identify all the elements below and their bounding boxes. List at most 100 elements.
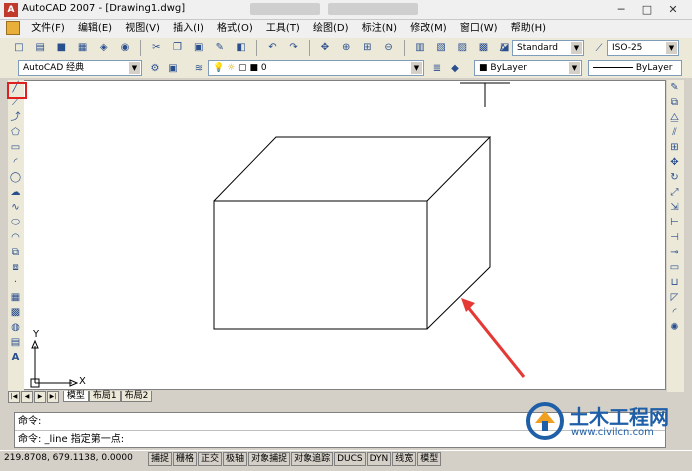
- menu-tools[interactable]: 工具(T): [261, 20, 305, 38]
- match-properties-icon[interactable]: ✎: [212, 40, 228, 56]
- color-select[interactable]: ■ ByLayer ▼: [474, 60, 582, 76]
- zoom-realtime-icon[interactable]: ⊕: [338, 40, 354, 56]
- trim-icon[interactable]: ⊢: [667, 216, 682, 230]
- block-editor-icon[interactable]: ◧: [233, 40, 249, 56]
- document-icon[interactable]: [6, 21, 20, 35]
- fillet-icon[interactable]: ◜: [667, 306, 682, 320]
- break-icon[interactable]: ▭: [667, 261, 682, 275]
- menu-file[interactable]: 文件(F): [26, 20, 70, 38]
- snap-toggle[interactable]: 捕捉: [148, 452, 173, 466]
- spline-icon[interactable]: ∿: [8, 201, 23, 215]
- offset-icon[interactable]: ⫽: [667, 126, 682, 140]
- polar-toggle[interactable]: 极轴: [223, 452, 248, 466]
- tab-layout2[interactable]: 布局2: [120, 391, 153, 402]
- menu-edit[interactable]: 编辑(E): [73, 20, 117, 38]
- last-tab-button[interactable]: ▶|: [47, 391, 59, 403]
- design-center-icon[interactable]: ▧: [433, 40, 449, 56]
- arc-icon[interactable]: ◜: [8, 156, 23, 170]
- ducs-toggle[interactable]: DUCS: [334, 452, 366, 466]
- menu-format[interactable]: 格式(O): [212, 20, 258, 38]
- rectangle-icon[interactable]: ▭: [8, 141, 23, 155]
- minimize-button[interactable]: ─: [610, 2, 632, 18]
- first-tab-button[interactable]: |◀: [8, 391, 20, 403]
- next-tab-button[interactable]: ▶: [34, 391, 46, 403]
- stretch-icon[interactable]: ⇲: [667, 201, 682, 215]
- new-icon[interactable]: □: [11, 40, 27, 56]
- prev-tab-button[interactable]: ◀: [21, 391, 33, 403]
- circle-icon[interactable]: ◯: [8, 171, 23, 185]
- coordinate-display[interactable]: 219.8708, 679.1138, 0.0000: [4, 453, 133, 463]
- layer-select[interactable]: 💡 ☼ ▢ ■ 0 ▼: [208, 60, 424, 76]
- break-at-point-icon[interactable]: ⊸: [667, 246, 682, 260]
- menu-help[interactable]: 帮助(H): [506, 20, 551, 38]
- insert-block-icon[interactable]: ⧉: [8, 246, 23, 260]
- otrack-toggle[interactable]: 对象追踪: [291, 452, 334, 466]
- array-icon[interactable]: ⊞: [667, 141, 682, 155]
- dyn-toggle[interactable]: DYN: [366, 452, 392, 466]
- polygon-icon[interactable]: ⬠: [8, 126, 23, 140]
- grid-toggle[interactable]: 栅格: [173, 452, 198, 466]
- move-icon[interactable]: ✥: [667, 156, 682, 170]
- layer-manager-icon[interactable]: ≋: [191, 61, 207, 77]
- tab-layout1[interactable]: 布局1: [88, 391, 121, 402]
- workspace-select[interactable]: AutoCAD 经典 ▼: [18, 60, 142, 76]
- dim-style-select[interactable]: ISO-25 ▼: [607, 40, 679, 56]
- menu-dimension[interactable]: 标注(N): [357, 20, 402, 38]
- ellipse-arc-icon[interactable]: ◠: [8, 231, 23, 245]
- text-style-select[interactable]: Standard ▼: [512, 40, 584, 56]
- workspace-settings-icon[interactable]: ⚙: [147, 61, 163, 77]
- zoom-window-icon[interactable]: ⊞: [359, 40, 375, 56]
- make-current-layer-icon[interactable]: ≣: [429, 61, 445, 77]
- scale-icon[interactable]: ⤢: [667, 186, 682, 200]
- properties-icon[interactable]: ▥: [412, 40, 428, 56]
- workspace-save-icon[interactable]: ▣: [165, 61, 181, 77]
- maximize-button[interactable]: □: [636, 2, 658, 18]
- ellipse-icon[interactable]: ⬭: [8, 216, 23, 230]
- undo-icon[interactable]: ↶: [264, 40, 280, 56]
- layer-previous-icon[interactable]: ◆: [447, 61, 463, 77]
- menu-window[interactable]: 窗口(W): [455, 20, 503, 38]
- publish-icon[interactable]: ◉: [117, 40, 133, 56]
- paste-icon[interactable]: ▣: [191, 40, 207, 56]
- make-block-icon[interactable]: ⧈: [8, 261, 23, 275]
- tab-model[interactable]: 模型: [62, 391, 89, 402]
- print-icon[interactable]: ▦: [75, 40, 91, 56]
- lineweight-toggle[interactable]: 线宽: [392, 452, 417, 466]
- tool-palettes-icon[interactable]: ▨: [454, 40, 470, 56]
- revision-cloud-icon[interactable]: ☁: [8, 186, 23, 200]
- preview-icon[interactable]: ◈: [96, 40, 112, 56]
- erase-icon[interactable]: ✎: [667, 81, 682, 95]
- zoom-previous-icon[interactable]: ⊖: [381, 40, 397, 56]
- multiline-text-icon[interactable]: A: [8, 351, 23, 365]
- open-icon[interactable]: ▤: [32, 40, 48, 56]
- explode-icon[interactable]: ✺: [667, 321, 682, 335]
- chamfer-icon[interactable]: ◸: [667, 291, 682, 305]
- autocad-app-icon[interactable]: A: [4, 3, 18, 17]
- menu-modify[interactable]: 修改(M): [405, 20, 451, 38]
- drawing-canvas[interactable]: Y X: [8, 80, 666, 390]
- mirror-icon[interactable]: ⧋: [667, 111, 682, 125]
- ortho-toggle[interactable]: 正交: [198, 452, 223, 466]
- menu-draw[interactable]: 绘图(D): [308, 20, 354, 38]
- table-icon[interactable]: ▤: [8, 336, 23, 350]
- osnap-toggle[interactable]: 对象捕捉: [248, 452, 291, 466]
- close-button[interactable]: ✕: [662, 2, 684, 18]
- sheet-set-icon[interactable]: ▩: [476, 40, 492, 56]
- gradient-icon[interactable]: ▩: [8, 306, 23, 320]
- menu-insert[interactable]: 插入(I): [168, 20, 209, 38]
- copy-icon[interactable]: ❐: [170, 40, 186, 56]
- pan-icon[interactable]: ✥: [317, 40, 333, 56]
- extend-icon[interactable]: ⊣: [667, 231, 682, 245]
- copy-object-icon[interactable]: ⧉: [667, 96, 682, 110]
- cut-icon[interactable]: ✂: [148, 40, 164, 56]
- join-icon[interactable]: ⊔: [667, 276, 682, 290]
- rotate-icon[interactable]: ↻: [667, 171, 682, 185]
- hatch-icon[interactable]: ▦: [8, 291, 23, 305]
- point-icon[interactable]: ·: [8, 276, 23, 290]
- linetype-select[interactable]: ByLayer: [588, 60, 682, 76]
- model-toggle[interactable]: 模型: [417, 452, 442, 466]
- region-icon[interactable]: ◍: [8, 321, 23, 335]
- save-icon[interactable]: ■: [53, 40, 69, 56]
- menu-view[interactable]: 视图(V): [120, 20, 165, 38]
- redo-icon[interactable]: ↷: [286, 40, 302, 56]
